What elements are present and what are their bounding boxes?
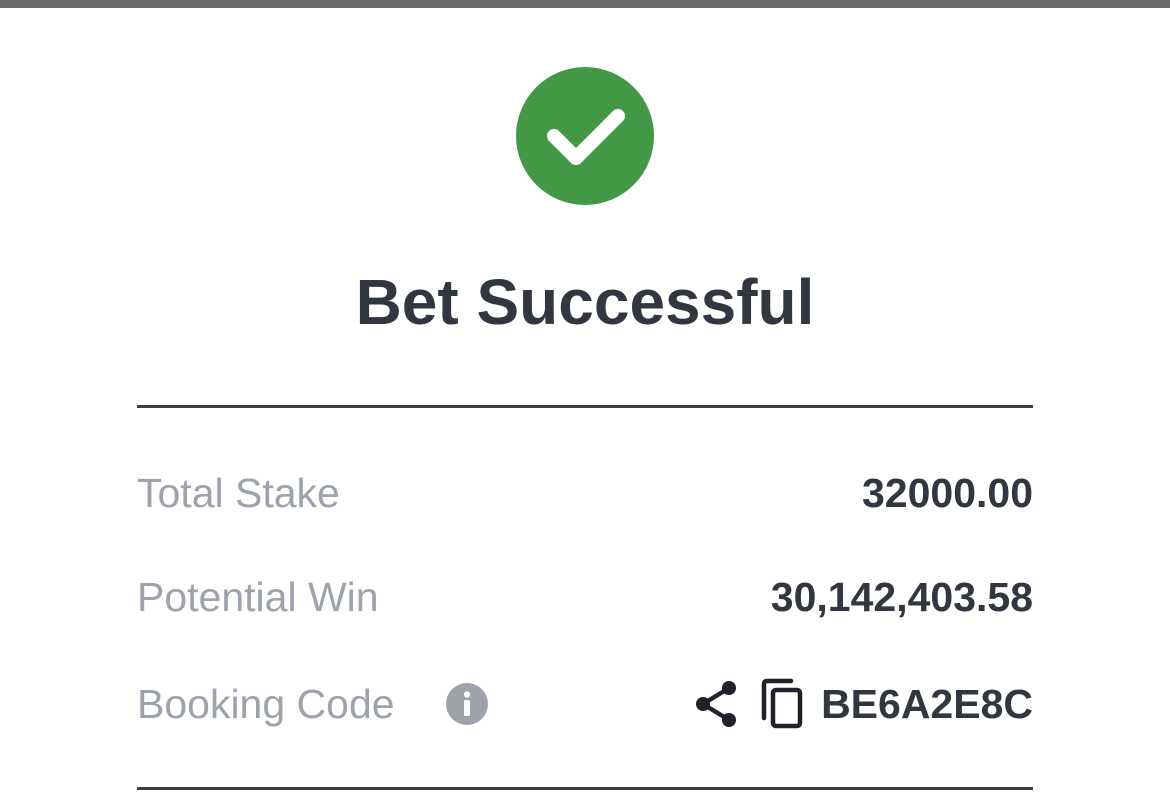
booking-code-actions: BE6A2E8C xyxy=(693,674,1033,734)
potential-win-value: 30,142,403.58 xyxy=(770,574,1033,620)
share-icon[interactable] xyxy=(693,679,739,729)
top-bar xyxy=(0,0,1170,8)
booking-code-value[interactable]: BE6A2E8C xyxy=(821,674,1033,734)
total-stake-value: 32000.00 xyxy=(861,470,1033,516)
booking-code-label: Booking Code xyxy=(137,681,395,727)
info-icon[interactable] xyxy=(446,683,488,725)
divider xyxy=(137,405,1033,408)
total-stake-label: Total Stake xyxy=(137,470,340,516)
booking-code-row: Booking Code BE6A2E8C xyxy=(137,674,1033,734)
page-title: Bet Successful xyxy=(355,266,815,338)
check-circle-icon xyxy=(516,67,654,205)
potential-win-label: Potential Win xyxy=(137,574,379,620)
total-stake-row: Total Stake 32000.00 xyxy=(137,463,1033,523)
divider xyxy=(137,787,1033,790)
copy-icon[interactable] xyxy=(759,678,805,730)
potential-win-row: Potential Win 30,142,403.58 xyxy=(137,567,1033,627)
